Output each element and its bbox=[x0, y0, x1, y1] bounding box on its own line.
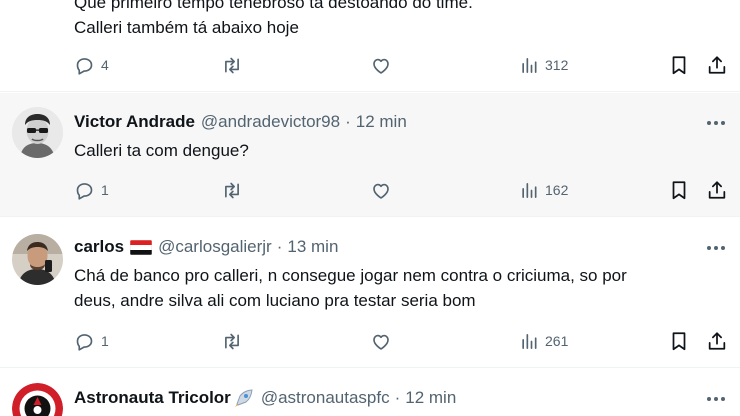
flag-icon bbox=[130, 239, 153, 255]
views-count: 312 bbox=[545, 57, 569, 73]
share-upload-icon bbox=[706, 330, 728, 352]
bar-chart-icon bbox=[519, 55, 539, 76]
speech-bubble-icon bbox=[74, 55, 95, 76]
reply-count: 1 bbox=[101, 182, 109, 198]
avatar[interactable] bbox=[12, 234, 63, 285]
share-upload-icon bbox=[706, 179, 728, 201]
avatar-image bbox=[12, 234, 63, 285]
speech-bubble-icon bbox=[74, 331, 95, 352]
reply-count: 1 bbox=[101, 333, 109, 349]
views-button[interactable]: 312 bbox=[519, 50, 568, 80]
heart-icon bbox=[370, 55, 392, 76]
bookmark-button[interactable] bbox=[668, 326, 690, 356]
avatar-image bbox=[12, 107, 63, 158]
avatar-image bbox=[12, 383, 63, 416]
post-actions: 1 162 bbox=[64, 175, 740, 205]
more-button[interactable] bbox=[706, 112, 726, 132]
post-0[interactable]: Que primeiro tempo tenebroso tá destoand… bbox=[0, 0, 740, 92]
more-dots-icon bbox=[706, 238, 726, 256]
like-button[interactable] bbox=[370, 175, 392, 205]
share-button[interactable] bbox=[706, 50, 728, 80]
repost-arrows-icon bbox=[220, 331, 244, 352]
bookmark-icon bbox=[668, 330, 690, 352]
separator-dot: · bbox=[276, 237, 283, 256]
bookmark-button[interactable] bbox=[668, 175, 690, 205]
post-2[interactable]: carlos @carlosgalierjr · 13 min Chá de b… bbox=[0, 218, 740, 368]
bar-chart-icon bbox=[519, 180, 539, 201]
reply-button[interactable]: 1 bbox=[74, 326, 109, 356]
post-text-line: Calleri ta com dengue? bbox=[74, 141, 249, 160]
heart-icon bbox=[370, 331, 392, 352]
post-3[interactable]: Astronauta Tricolor @astronautaspfc · 12… bbox=[0, 369, 740, 416]
views-button[interactable]: 261 bbox=[519, 326, 568, 356]
like-button[interactable] bbox=[370, 50, 392, 80]
rocket-emoji-icon bbox=[233, 388, 255, 408]
post-text: Calleri ta com dengue? bbox=[74, 138, 710, 163]
separator-dot: · bbox=[345, 112, 351, 131]
avatar[interactable] bbox=[12, 383, 63, 416]
repost-button[interactable] bbox=[220, 175, 244, 205]
post-header: carlos @carlosgalierjr · 13 min bbox=[74, 237, 692, 257]
user-handle[interactable]: @andradevictor98 bbox=[201, 112, 340, 132]
heart-icon bbox=[370, 180, 392, 201]
share-upload-icon bbox=[706, 54, 728, 76]
views-count: 261 bbox=[545, 333, 569, 349]
bookmark-button[interactable] bbox=[668, 50, 690, 80]
separator-dot: · bbox=[394, 388, 401, 407]
post-time[interactable]: 12 min bbox=[405, 388, 456, 408]
repost-button[interactable] bbox=[220, 50, 244, 80]
user-handle[interactable]: @astronautaspfc bbox=[261, 388, 390, 408]
display-name[interactable]: Astronauta Tricolor bbox=[74, 388, 231, 408]
post-time[interactable]: 13 min bbox=[287, 237, 338, 257]
post-header: Astronauta Tricolor @astronautaspfc · 12… bbox=[74, 388, 692, 408]
share-button[interactable] bbox=[706, 175, 728, 205]
post-text: Chá de banco pro calleri, n consegue jog… bbox=[74, 263, 710, 313]
more-button[interactable] bbox=[706, 237, 726, 257]
views-count: 162 bbox=[545, 182, 569, 198]
post-actions: 4 312 bbox=[64, 50, 740, 80]
bookmark-icon bbox=[668, 179, 690, 201]
bar-chart-icon bbox=[519, 331, 539, 352]
avatar[interactable] bbox=[12, 107, 63, 158]
speech-bubble-icon bbox=[74, 180, 95, 201]
post-text-line: Calleri também tá abaixo hoje bbox=[74, 18, 299, 37]
repost-button[interactable] bbox=[220, 326, 244, 356]
share-button[interactable] bbox=[706, 326, 728, 356]
reply-button[interactable]: 4 bbox=[74, 50, 109, 80]
reply-button[interactable]: 1 bbox=[74, 175, 109, 205]
more-dots-icon bbox=[706, 113, 726, 131]
post-1[interactable]: Victor Andrade @andradevictor98 · 12 min… bbox=[0, 93, 740, 217]
bookmark-icon bbox=[668, 54, 690, 76]
post-text-line: deus, andre silva ali com luciano pra te… bbox=[74, 291, 476, 310]
views-button[interactable]: 162 bbox=[519, 175, 568, 205]
post-time[interactable]: 12 min bbox=[356, 112, 407, 132]
like-button[interactable] bbox=[370, 326, 392, 356]
post-text-line: Que primeiro tempo tenebroso tá destoand… bbox=[74, 0, 473, 12]
more-button[interactable] bbox=[706, 388, 726, 408]
user-handle[interactable]: @carlosgalierjr bbox=[158, 237, 272, 257]
display-name[interactable]: Victor Andrade bbox=[74, 112, 195, 132]
display-name[interactable]: carlos bbox=[74, 237, 124, 257]
post-text: Que primeiro tempo tenebroso tá destoand… bbox=[74, 0, 710, 40]
repost-arrows-icon bbox=[220, 180, 244, 201]
more-dots-icon bbox=[706, 389, 726, 407]
post-header: Victor Andrade @andradevictor98 · 12 min bbox=[74, 112, 692, 132]
reply-count: 4 bbox=[101, 57, 109, 73]
post-actions: 1 261 bbox=[64, 326, 740, 356]
repost-arrows-icon bbox=[220, 55, 244, 76]
post-text-line: Chá de banco pro calleri, n consegue jog… bbox=[74, 266, 627, 285]
